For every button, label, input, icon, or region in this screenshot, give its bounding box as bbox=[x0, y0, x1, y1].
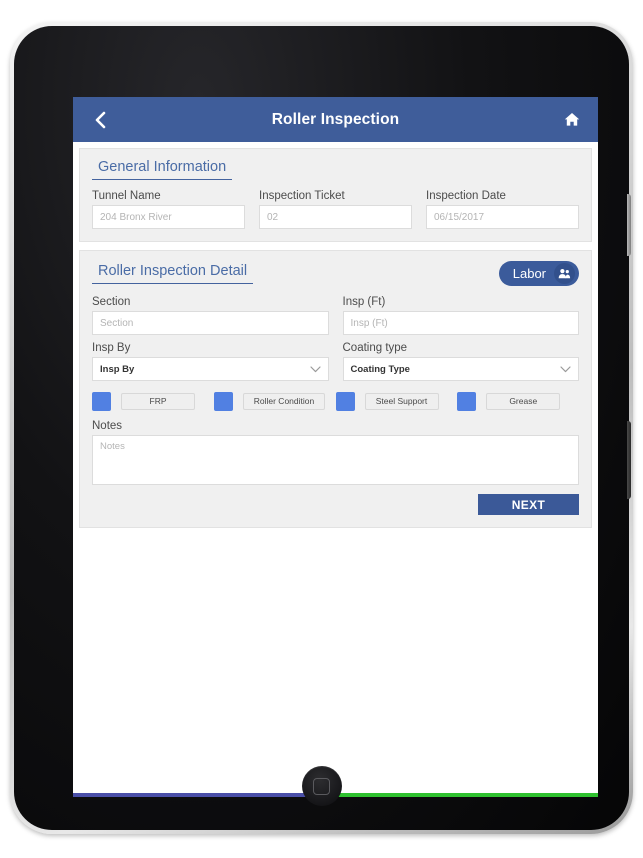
toggle-group-roller-condition: Roller Condition bbox=[213, 392, 336, 411]
coating-type-field-group: Coating type Coating Type bbox=[342, 342, 579, 381]
toggle-group-steel-support: Steel Support bbox=[335, 392, 458, 411]
roller-inspection-detail-header: Roller Inspection Detail Labor bbox=[92, 261, 579, 286]
inspection-date-input[interactable]: 06/15/2017 bbox=[426, 205, 579, 229]
status-bar-right-green bbox=[325, 793, 598, 797]
device-screen: Roller Inspection General Information Tu… bbox=[73, 97, 598, 797]
chevron-left-icon[interactable] bbox=[87, 107, 113, 133]
inspection-ticket-label: Inspection Ticket bbox=[259, 190, 345, 202]
roller-inspection-detail-card: Roller Inspection Detail Labor Section S… bbox=[79, 250, 592, 528]
inspection-ticket-field-group: Inspection Ticket 02 bbox=[259, 190, 412, 229]
roller-inspection-detail-title: Roller Inspection Detail bbox=[92, 263, 254, 284]
labor-button[interactable]: Labor bbox=[498, 261, 579, 286]
inspection-toggles-row: FRP Roller Condition Steel Support Greas… bbox=[92, 392, 579, 411]
roller-condition-status-swatch[interactable] bbox=[213, 392, 233, 411]
status-bar-left-blue bbox=[73, 793, 325, 797]
device-volume-button[interactable] bbox=[627, 421, 631, 499]
steel-support-status-swatch[interactable] bbox=[335, 392, 355, 411]
labor-button-label: Labor bbox=[512, 266, 546, 281]
tunnel-name-field-group: Tunnel Name 204 Bronx River bbox=[92, 190, 245, 229]
device-power-button[interactable] bbox=[627, 194, 631, 256]
page-title: Roller Inspection bbox=[271, 110, 400, 128]
insp-by-select[interactable]: Insp By bbox=[92, 357, 329, 381]
home-icon[interactable] bbox=[560, 108, 584, 132]
section-label: Section bbox=[92, 296, 131, 308]
coating-type-selected-value: Coating Type bbox=[350, 363, 410, 375]
chevron-down-icon bbox=[309, 365, 321, 373]
section-field-group: Section Section bbox=[92, 296, 329, 335]
frp-button[interactable]: FRP bbox=[121, 393, 195, 410]
insp-by-field-group: Insp By Insp By bbox=[92, 342, 329, 381]
toggle-group-frp: FRP bbox=[92, 392, 214, 411]
next-button-row: NEXT bbox=[92, 494, 579, 515]
app-header-bar: Roller Inspection bbox=[73, 97, 598, 142]
inspection-ticket-input[interactable]: 02 bbox=[259, 205, 412, 229]
steel-support-button[interactable]: Steel Support bbox=[364, 393, 439, 410]
section-input[interactable]: Section bbox=[92, 311, 329, 335]
tablet-device-frame: Roller Inspection General Information Tu… bbox=[10, 22, 633, 834]
coating-type-label: Coating type bbox=[342, 342, 408, 354]
device-home-button[interactable] bbox=[301, 766, 342, 806]
chevron-down-icon bbox=[560, 365, 571, 373]
general-information-header: General Information bbox=[92, 159, 579, 180]
inspby-coating-row: Insp By Insp By Coating type Coating Typ… bbox=[92, 342, 579, 381]
frp-status-swatch[interactable] bbox=[92, 392, 111, 411]
tunnel-name-input[interactable]: 204 Bronx River bbox=[92, 205, 245, 229]
tunnel-name-label: Tunnel Name bbox=[92, 190, 161, 202]
section-inspft-row: Section Section Insp (Ft) Insp (Ft) bbox=[92, 296, 579, 335]
insp-ft-input[interactable]: Insp (Ft) bbox=[342, 311, 579, 335]
inspection-date-label: Inspection Date bbox=[426, 190, 506, 202]
roller-condition-button[interactable]: Roller Condition bbox=[242, 393, 326, 410]
general-information-card: General Information Tunnel Name 204 Bron… bbox=[79, 148, 592, 242]
coating-type-select[interactable]: Coating Type bbox=[342, 357, 579, 381]
grease-button[interactable]: Grease bbox=[486, 393, 561, 410]
insp-ft-label: Insp (Ft) bbox=[342, 296, 386, 308]
general-information-title: General Information bbox=[92, 159, 233, 180]
grease-status-swatch[interactable] bbox=[457, 392, 477, 411]
users-icon bbox=[554, 263, 575, 284]
tablet-bezel: Roller Inspection General Information Tu… bbox=[14, 26, 631, 830]
insp-ft-field-group: Insp (Ft) Insp (Ft) bbox=[342, 296, 579, 335]
next-button[interactable]: NEXT bbox=[478, 494, 579, 515]
insp-by-label: Insp By bbox=[92, 342, 131, 354]
toggle-group-grease: Grease bbox=[457, 392, 579, 411]
notes-label: Notes bbox=[92, 420, 123, 432]
notes-field-group: Notes Notes bbox=[92, 420, 579, 485]
notes-textarea[interactable]: Notes bbox=[92, 435, 579, 485]
insp-by-selected-value: Insp By bbox=[100, 363, 135, 375]
rounded-square-icon bbox=[313, 777, 330, 795]
screen-content: General Information Tunnel Name 204 Bron… bbox=[73, 142, 598, 797]
inspection-date-field-group: Inspection Date 06/15/2017 bbox=[426, 190, 579, 229]
general-information-fields-row: Tunnel Name 204 Bronx River Inspection T… bbox=[92, 190, 579, 229]
